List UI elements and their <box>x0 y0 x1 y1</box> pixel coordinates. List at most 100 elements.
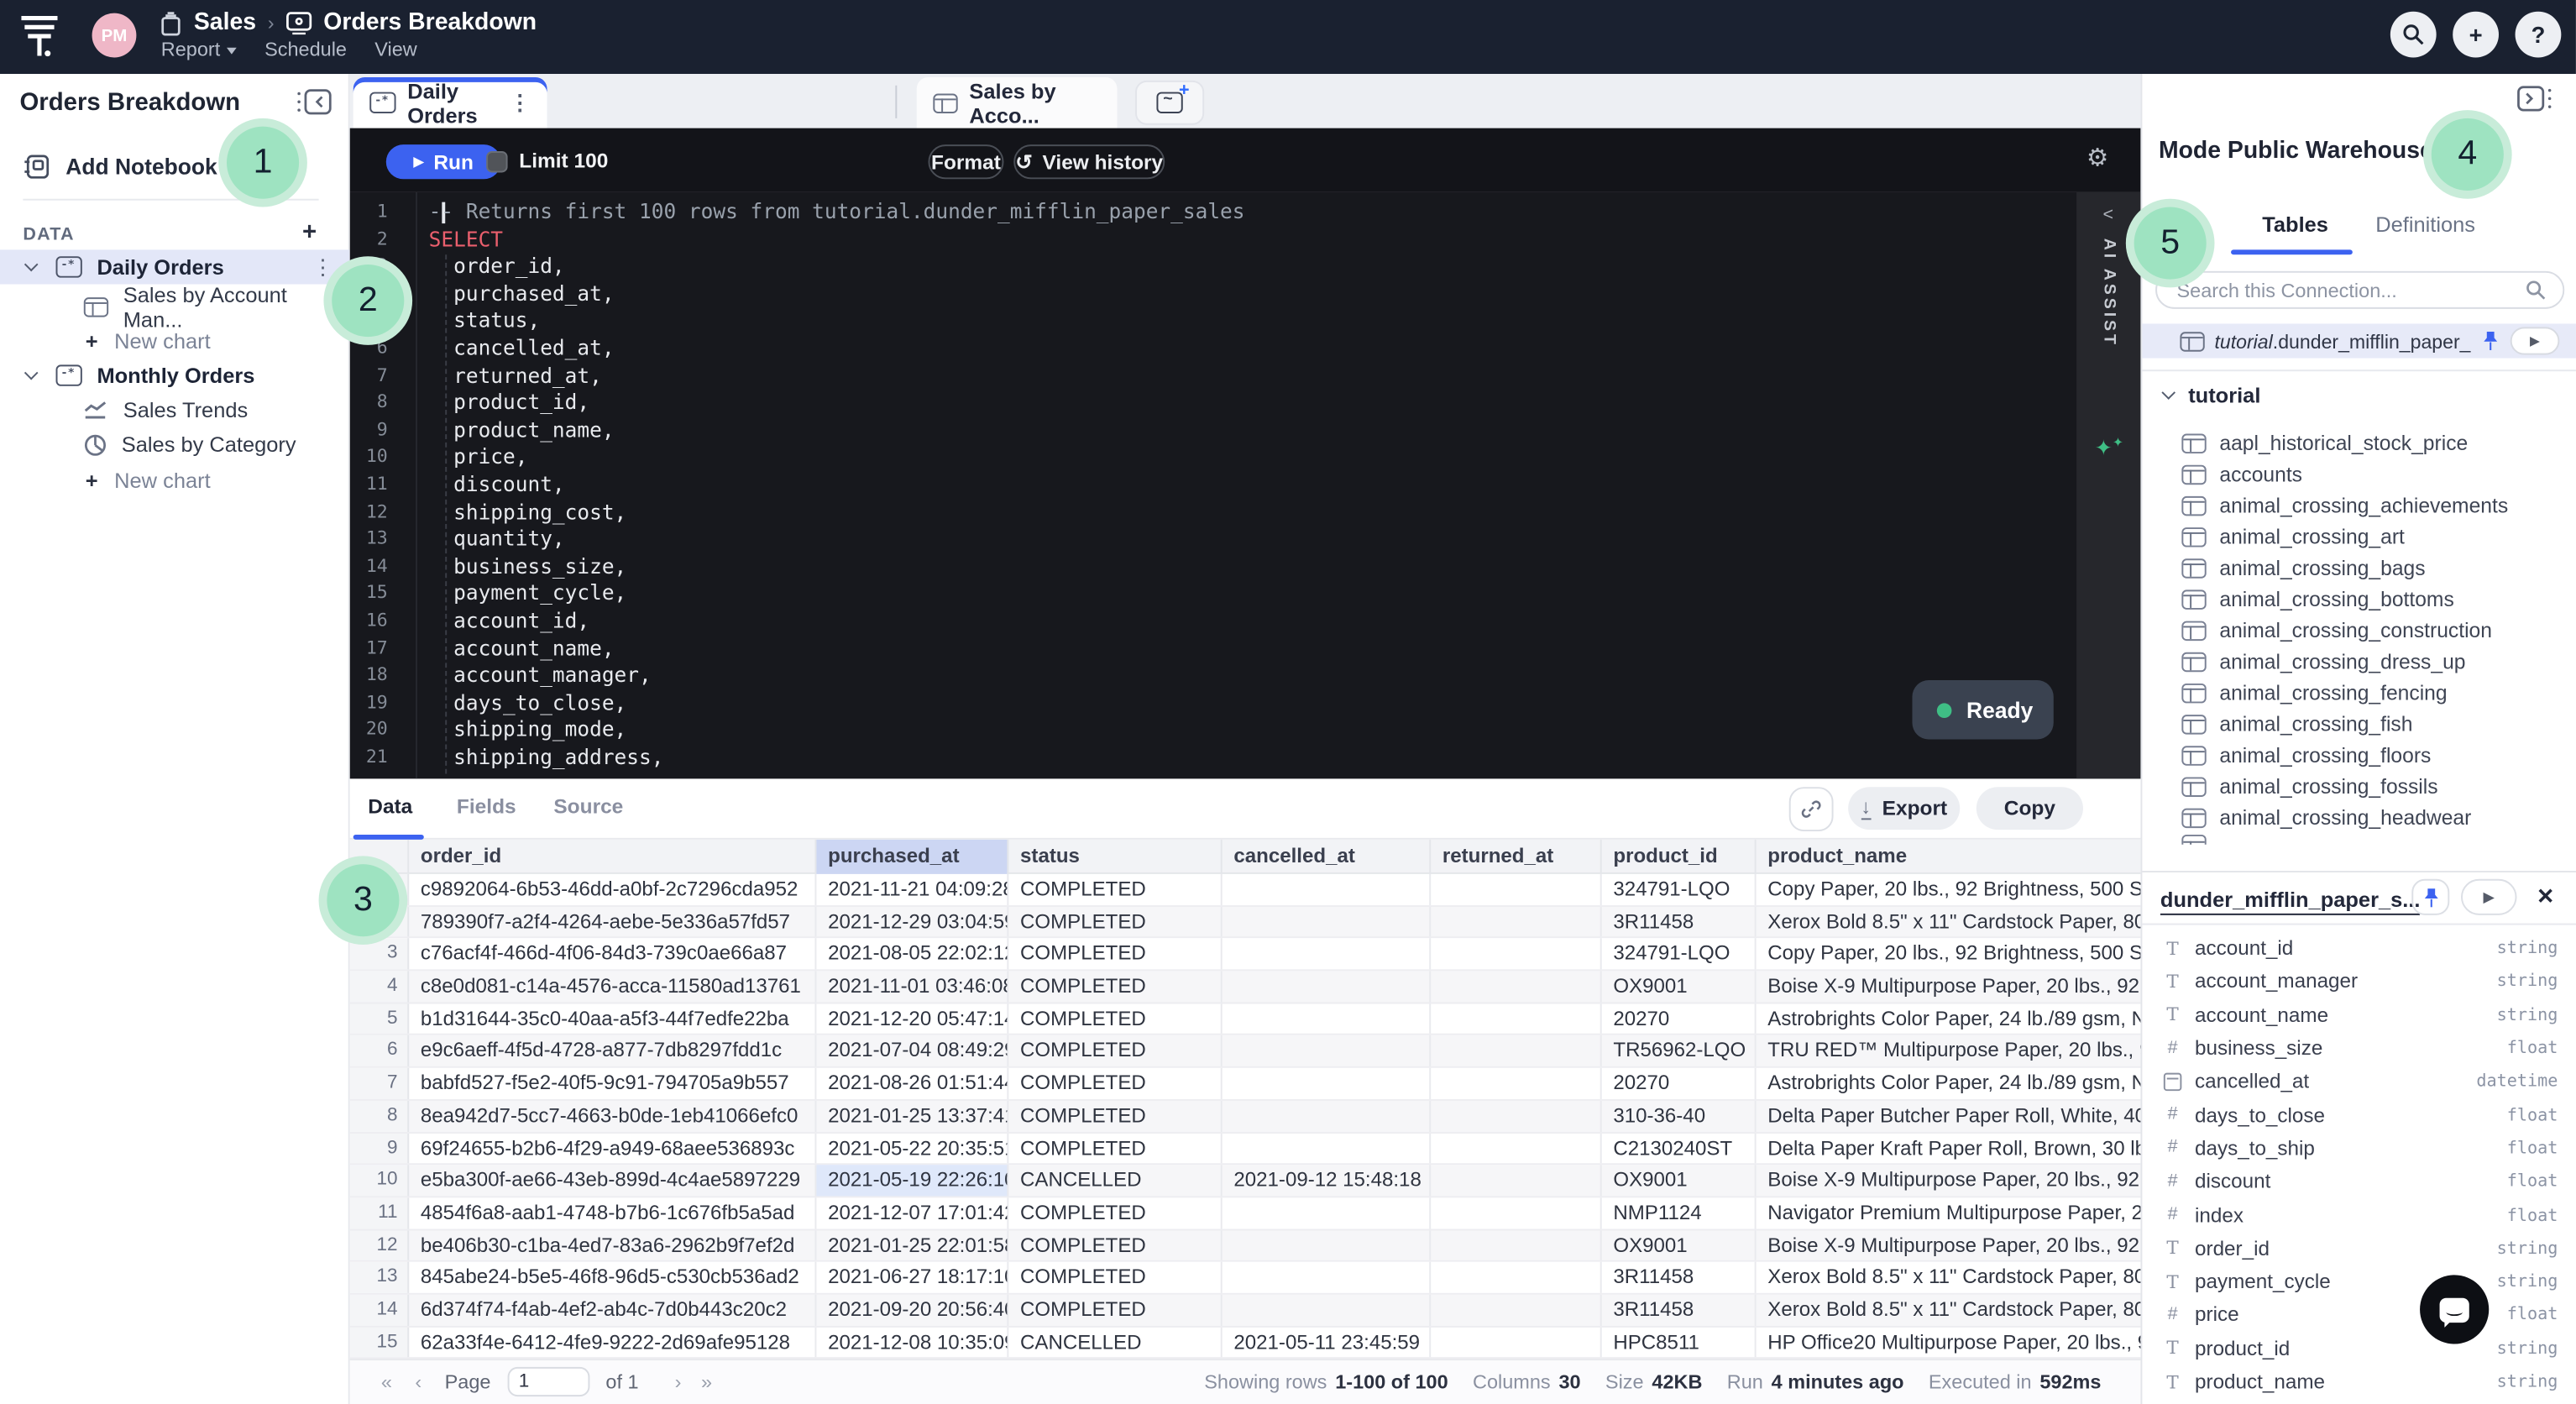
column-row[interactable]: price float <box>2142 1298 2576 1332</box>
format-button[interactable]: Format <box>928 144 1003 179</box>
cell-cancelled-at[interactable] <box>1223 1295 1431 1326</box>
cell-product-id[interactable]: 324791-LQO <box>1602 874 1757 905</box>
cell-purchased-at[interactable]: 2021-01-25 13:37:41 <box>816 1101 1008 1132</box>
cell-cancelled-at[interactable]: 2021-09-12 15:48:18 <box>1223 1166 1431 1197</box>
tab-definitions[interactable]: Definitions <box>2375 212 2475 236</box>
code-line[interactable]: 18 account_manager, <box>350 663 1993 689</box>
breadcrumb-report[interactable]: Orders Breakdown <box>323 10 537 36</box>
cell-status[interactable]: COMPLETED <box>1008 1003 1222 1035</box>
code-line[interactable]: 8 product_id, <box>350 390 1993 416</box>
table-row[interactable]: 9 69f24655-b2b6-4f29-a949-68aee536893c 2… <box>350 1133 2141 1166</box>
cell-status[interactable]: COMPLETED <box>1008 1101 1222 1132</box>
cell-status[interactable]: COMPLETED <box>1008 1230 1222 1261</box>
cell-order-id[interactable]: e5ba300f-ae66-43eb-899d-4c4ae5897229 <box>409 1166 816 1197</box>
run-button[interactable]: ▶ Run <box>386 144 501 179</box>
column-row[interactable]: payment_cycle string <box>2142 1265 2576 1299</box>
cell-product-id[interactable]: C2130240ST <box>1602 1133 1757 1164</box>
cell-returned-at[interactable] <box>1431 1003 1601 1035</box>
cell-product-name[interactable]: Xerox Bold 8.5" x 11" Cardstock Paper, 8… <box>1757 906 2141 937</box>
column-header[interactable]: purchased_at <box>816 840 1008 874</box>
table-list-item[interactable]: animal_crossing_art <box>2142 521 2576 552</box>
cell-status[interactable]: COMPLETED <box>1008 906 1222 937</box>
table-list-item[interactable]: animal_crossing_dress_up <box>2142 646 2576 677</box>
table-list-item[interactable]: animal_crossing_floors <box>2142 739 2576 770</box>
cell-product-id[interactable]: NMP1124 <box>1602 1197 1757 1228</box>
sidebar-item-sales-by-account[interactable]: Sales by Account Man... <box>0 289 350 323</box>
column-row[interactable]: cancelled_at datetime <box>2142 1065 2576 1098</box>
tab-data[interactable]: Data <box>368 795 412 818</box>
code-line[interactable]: 6 cancelled_at, <box>350 335 1993 362</box>
cell-purchased-at[interactable]: 2021-12-20 05:47:14 <box>816 1003 1008 1035</box>
panel-collapse-button[interactable] <box>2517 86 2553 112</box>
search-button[interactable] <box>2390 12 2437 58</box>
column-row[interactable]: account_manager string <box>2142 965 2576 998</box>
cell-purchased-at[interactable]: 2021-08-05 22:02:12 <box>816 939 1008 970</box>
column-row[interactable]: account_name string <box>2142 998 2576 1032</box>
help-button[interactable]: ? <box>2516 12 2562 58</box>
cell-cancelled-at[interactable] <box>1223 971 1431 1002</box>
column-row[interactable]: order_id string <box>2142 1232 2576 1265</box>
table-list-item[interactable]: accounts <box>2142 458 2576 490</box>
table-row[interactable]: 6 e9c6aeff-4f5d-4728-a877-7db8297fdd1c 2… <box>350 1036 2141 1069</box>
column-row[interactable]: days_to_ship float <box>2142 1132 2576 1166</box>
ai-assist-panel[interactable]: < AI ASSIST ✦✦ <box>2076 192 2140 779</box>
table-row[interactable]: 11 4854f6a8-aab1-4748-b7b6-1c676fb5a5ad … <box>350 1197 2141 1230</box>
code-line[interactable]: 19 days_to_close, <box>350 689 1993 716</box>
cell-order-id[interactable]: b1d31644-35c0-40aa-a5f3-44f7edfe22ba <box>409 1003 816 1035</box>
last-page-button[interactable]: » <box>701 1370 712 1393</box>
kebab-menu-icon[interactable]: ⋮ <box>510 90 531 116</box>
column-row[interactable]: index float <box>2142 1198 2576 1232</box>
cell-order-id[interactable]: 845abe24-b5e5-46f8-96d5-c530cb536ad2 <box>409 1262 816 1293</box>
code-line[interactable]: 13 quantity, <box>350 526 1993 553</box>
mode-logo-icon[interactable] <box>19 15 59 60</box>
column-row[interactable]: account_id string <box>2142 931 2576 965</box>
cell-product-id[interactable]: OX9001 <box>1602 971 1757 1002</box>
cell-order-id[interactable]: c8e0d081-c14a-4576-acca-11580ad13761 <box>409 971 816 1002</box>
table-list-item[interactable]: animal_crossing_bags <box>2142 552 2576 583</box>
preview-table-button[interactable]: ▶ <box>2461 879 2517 915</box>
cell-product-id[interactable]: 20270 <box>1602 1003 1757 1035</box>
table-row[interactable]: 12 be406b30-c1ba-4ed7-83a6-2962b9f7ef2d … <box>350 1230 2141 1263</box>
cell-product-name[interactable]: Astrobrights Color Paper, 24 lb./89 gsm,… <box>1757 1003 2141 1035</box>
cell-product-name[interactable]: Delta Paper Butcher Paper Roll, White, 4… <box>1757 1101 2141 1132</box>
cell-product-id[interactable]: TR56962-LQO <box>1602 1036 1757 1067</box>
code-line[interactable]: 14 business_size, <box>350 553 1993 580</box>
cell-status[interactable]: COMPLETED <box>1008 971 1222 1002</box>
cell-purchased-at[interactable]: 2021-06-27 18:17:10 <box>816 1262 1008 1293</box>
column-row[interactable]: discount float <box>2142 1165 2576 1198</box>
kebab-menu-icon[interactable]: ⋮ <box>312 254 333 280</box>
column-header[interactable]: order_id <box>409 840 816 874</box>
preview-table-button[interactable]: ▶ <box>2511 327 2560 354</box>
cell-returned-at[interactable] <box>1431 906 1601 937</box>
next-page-button[interactable]: › <box>675 1370 682 1393</box>
table-row[interactable]: 1 c9892064-6b53-46dd-a0bf-2c7296cda952 2… <box>350 874 2141 907</box>
chevron-down-icon[interactable] <box>24 258 39 272</box>
table-row[interactable]: 3 c76acf4f-466d-4f06-84d3-739c0ae66a87 2… <box>350 939 2141 972</box>
cell-cancelled-at[interactable] <box>1223 906 1431 937</box>
add-data-button[interactable]: + <box>302 218 317 246</box>
new-chart-tab-button[interactable] <box>1135 81 1204 125</box>
code-line[interactable]: 4 purchased_at, <box>350 280 1993 307</box>
sidebar-item-sales-by-category[interactable]: Sales by Category <box>0 427 350 462</box>
table-list-item[interactable]: animal_crossing_headwear <box>2142 802 2576 833</box>
cell-purchased-at[interactable]: 2021-11-21 04:09:28 <box>816 874 1008 905</box>
cell-returned-at[interactable] <box>1431 1197 1601 1228</box>
pin-table-button[interactable] <box>2411 879 2449 915</box>
table-row[interactable]: 7 babfd527-f5e2-40f5-9c91-794705a9b557 2… <box>350 1068 2141 1101</box>
cell-order-id[interactable]: be406b30-c1ba-4ed7-83a6-2962b9f7ef2d <box>409 1230 816 1261</box>
breadcrumb-project[interactable]: Sales <box>194 10 256 36</box>
cell-order-id[interactable]: babfd527-f5e2-40f5-9c91-794705a9b557 <box>409 1068 816 1099</box>
tab-sales-by-account[interactable]: Sales by Acco... <box>917 77 1118 128</box>
code-line[interactable]: 15 payment_cycle, <box>350 580 1993 607</box>
cell-cancelled-at[interactable] <box>1223 1133 1431 1164</box>
column-row[interactable]: business_size float <box>2142 1032 2576 1066</box>
sidebar-item-daily-orders[interactable]: Daily Orders ⋮ <box>0 249 350 284</box>
table-list-item-partial[interactable] <box>2181 833 2206 845</box>
cell-purchased-at[interactable]: 2021-07-04 08:49:29 <box>816 1036 1008 1067</box>
cell-product-name[interactable]: HP Office20 Multipurpose Paper, 20 lbs.,… <box>1757 1327 2141 1358</box>
cell-purchased-at[interactable]: 2021-08-26 01:51:44 <box>816 1068 1008 1099</box>
cell-cancelled-at[interactable] <box>1223 939 1431 970</box>
export-button[interactable]: ↓ Export <box>1848 787 1960 830</box>
cell-order-id[interactable]: c9892064-6b53-46dd-a0bf-2c7296cda952 <box>409 874 816 905</box>
code-line[interactable]: 1 -- Returns first 100 rows from tutoria… <box>350 199 1993 226</box>
